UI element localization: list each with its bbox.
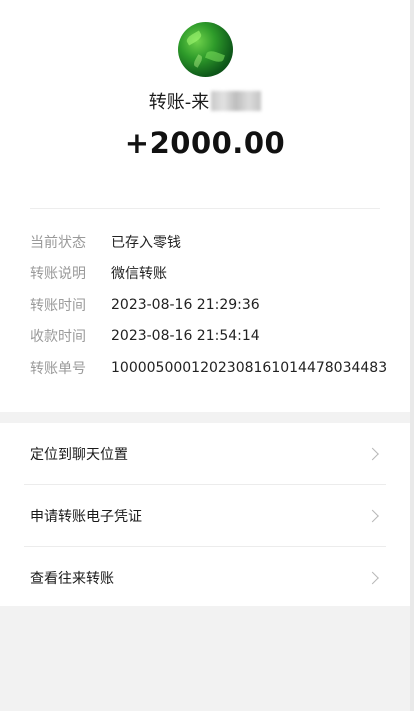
- chevron-right-icon: [366, 571, 379, 584]
- detail-row-transfer-time: 转账时间 2023-08-16 21:29:36: [30, 289, 390, 321]
- detail-label: 当前状态: [30, 234, 86, 251]
- action-label: 申请转账电子凭证: [30, 508, 142, 525]
- detail-label: 转账说明: [30, 266, 86, 283]
- transfer-title: 转账-来: [0, 88, 410, 114]
- redacted-name-blur: [211, 91, 262, 111]
- view-transfer-history-item[interactable]: 查看往来转账: [0, 547, 410, 608]
- detail-label: 收款时间: [30, 329, 86, 346]
- action-label: 查看往来转账: [30, 570, 114, 587]
- screen-edge: [410, 0, 414, 711]
- detail-value: 已存入零钱: [111, 234, 181, 251]
- transfer-details-list: 当前状态 已存入零钱 转账说明 微信转账 转账时间 2023-08-16 21:…: [30, 226, 390, 384]
- action-label: 定位到聊天位置: [30, 446, 128, 463]
- detail-value: 微信转账: [111, 266, 167, 283]
- detail-row-note: 转账说明 微信转账: [30, 258, 390, 290]
- avatar-leaf-decoration: [192, 54, 204, 68]
- locate-chat-position-item[interactable]: 定位到聊天位置: [0, 423, 410, 484]
- chevron-right-icon: [366, 509, 379, 522]
- avatar-leaf-decoration: [185, 30, 203, 46]
- detail-label: 转账单号: [30, 360, 86, 377]
- detail-value: 2023-08-16 21:54:14: [111, 328, 260, 345]
- detail-row-status: 当前状态 已存入零钱: [30, 226, 390, 258]
- transfer-amount: +2000.00: [124, 126, 286, 160]
- detail-value[interactable]: 1000050001202308161014478034483: [111, 360, 387, 376]
- divider: [30, 208, 380, 209]
- detail-value: 2023-08-16 21:29:36: [111, 296, 260, 313]
- detail-row-receive-time: 收款时间 2023-08-16 21:54:14: [30, 321, 390, 353]
- chevron-right-icon: [366, 447, 379, 460]
- detail-label: 转账时间: [30, 297, 86, 314]
- avatar-leaf-decoration: [205, 49, 225, 64]
- sender-avatar[interactable]: [178, 22, 233, 77]
- request-e-receipt-item[interactable]: 申请转账电子凭证: [0, 485, 410, 546]
- transfer-title-text: 转账-来: [148, 92, 210, 113]
- detail-row-transaction-id: 转账单号 1000050001202308161014478034483: [30, 352, 390, 384]
- transfer-actions-list: 定位到聊天位置 申请转账电子凭证 查看往来转账: [0, 423, 410, 606]
- transfer-detail-card: 转账-来 +2000.00 当前状态 已存入零钱 转账说明 微信转账 转账时间 …: [0, 0, 410, 412]
